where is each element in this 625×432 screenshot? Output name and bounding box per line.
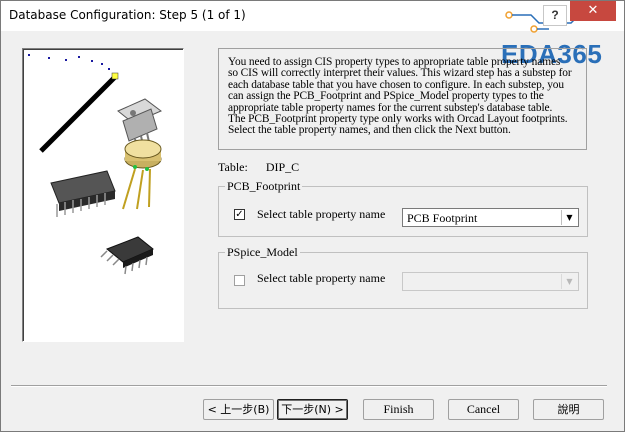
pspice-model-group: PSpice_Model Select table property name … — [218, 245, 588, 309]
pcb-footprint-selected-value: PCB Footprint — [407, 211, 478, 225]
instructions-text: You need to assign CIS property types to… — [228, 56, 588, 137]
pspice-model-group-label: PSpice_Model — [225, 245, 300, 260]
help-button[interactable]: 說明 — [533, 399, 604, 420]
pspice-model-checkbox-label[interactable]: Select table property name — [257, 271, 385, 286]
check-icon: ✓ — [235, 209, 244, 220]
pcb-footprint-checkbox-label[interactable]: Select table property name — [257, 207, 385, 222]
pspice-model-checkbox[interactable] — [234, 275, 245, 286]
table-name: DIP_C — [265, 160, 300, 174]
cancel-button[interactable]: Cancel — [448, 399, 519, 420]
window-title: Database Configuration: Step 5 (1 of 1) — [9, 8, 246, 22]
next-button[interactable]: 下一步(N) > — [277, 399, 348, 420]
back-button[interactable]: < 上一步(B) — [203, 399, 274, 420]
table-label: Table: — [218, 160, 248, 174]
pcb-footprint-select[interactable]: PCB Footprint ▼ — [402, 208, 579, 227]
instructions-line: Select the table property names, and the… — [228, 124, 511, 137]
pcb-footprint-group: PCB_Footprint ✓ Select table property na… — [218, 179, 588, 237]
chevron-down-icon[interactable]: ▼ — [561, 210, 577, 225]
pcb-footprint-checkbox[interactable]: ✓ — [234, 209, 245, 220]
instructions-line: can assign the PCB_Footprint and PSpice_… — [228, 90, 544, 103]
instructions-box: You need to assign CIS property types to… — [218, 48, 587, 150]
close-button[interactable]: ✕ — [570, 1, 616, 21]
wizard-illustration — [22, 48, 184, 342]
chevron-down-icon[interactable]: ▼ — [561, 274, 577, 289]
table-info: Table: DIP_C — [218, 160, 299, 175]
electronic-components-icon — [28, 54, 162, 275]
wizard-window: Database Configuration: Step 5 (1 of 1) … — [0, 0, 625, 432]
help-title-button[interactable]: ? — [543, 5, 567, 26]
button-separator — [11, 385, 607, 387]
pcb-footprint-group-label: PCB_Footprint — [225, 179, 303, 194]
pspice-model-select[interactable]: ▼ — [402, 272, 579, 291]
finish-button[interactable]: Finish — [363, 399, 434, 420]
